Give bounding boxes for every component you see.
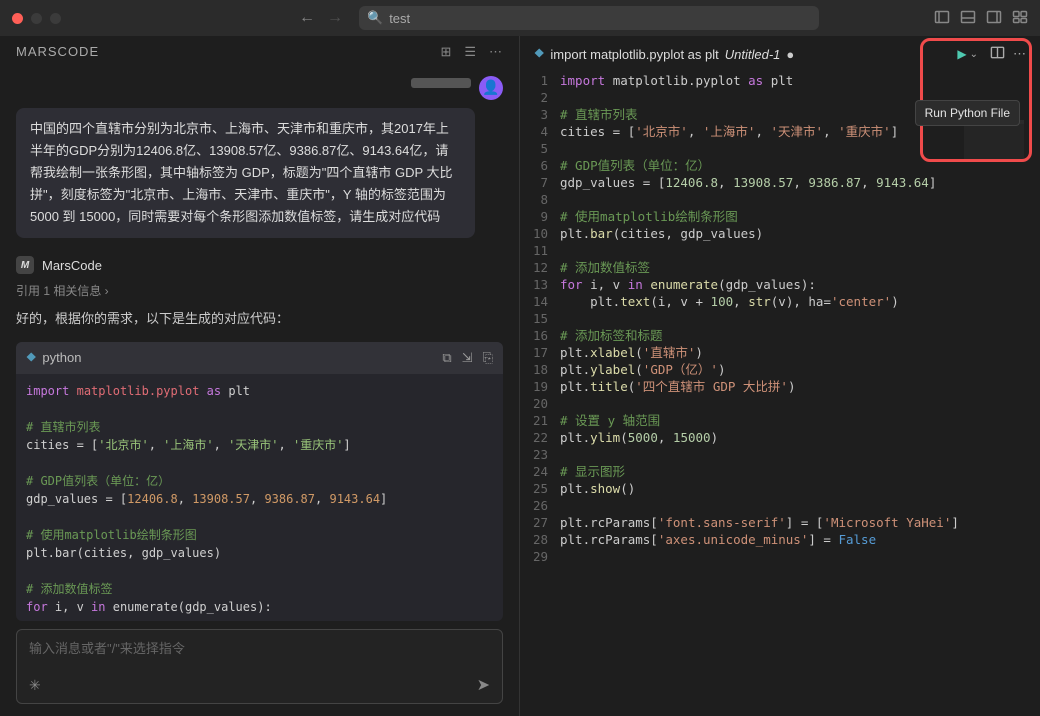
window-close-dot[interactable] [12,13,23,24]
avatar: 👤 [479,76,503,100]
new-chat-icon[interactable]: ⊞ [440,44,452,60]
chevron-down-icon: ⌄ [970,49,978,60]
python-file-icon: ⯁ [534,46,544,62]
layout-controls [934,0,1028,36]
line-gutter: 1234567891011121314151617181920212223242… [520,72,560,565]
user-message-text: 中国的四个直辖市分别为北京市、上海市、天津市和重庆市，其2017年上半年的GDP… [30,121,453,224]
layout-customize-icon[interactable] [1012,9,1028,28]
play-icon: ▶ [957,47,966,61]
tab-filename: Untitled-1 [725,47,781,62]
editor-minimap[interactable] [964,120,1024,160]
chat-code-block: ⯁ python ⧉ ⇲ ⎘ import matplotlib.pyplot … [16,342,503,621]
assistant-name: MarsCode [42,258,102,273]
panel-title: MARSCODE [16,44,99,59]
send-icon[interactable]: ➤ [477,675,490,695]
window-max-dot[interactable] [50,13,61,24]
editor-more-icon[interactable]: ⋯ [1013,46,1026,62]
new-file-icon[interactable]: ⎘ [483,350,493,366]
code-editor[interactable]: 1234567891011121314151617181920212223242… [520,72,1040,565]
search-icon: 🔍 [367,10,383,26]
more-icon[interactable]: ⋯ [489,44,503,60]
chat-code-content: import matplotlib.pyplot as plt # 直辖市列表 … [16,374,503,621]
panel-header: MARSCODE ⊞ ☰ ⋯ [0,36,519,68]
search-value: test [389,11,410,26]
python-icon: ⯁ [26,350,36,366]
nav-arrows: ← → [299,9,343,27]
chat-input-placeholder: 输入消息或者"/"来选择指令 [29,638,490,657]
window-min-dot[interactable] [31,13,42,24]
layout-primary-sidebar-icon[interactable] [934,9,950,28]
editor-tab[interactable]: ⯁ import matplotlib.pyplot as plt Untitl… [534,46,794,62]
run-python-tooltip: Run Python File [915,100,1020,126]
tab-title: import matplotlib.pyplot as plt [550,47,718,62]
command-center-search[interactable]: 🔍 test [359,6,819,30]
marscode-logo-icon: M [16,256,34,274]
user-name-placeholder [411,78,471,88]
titlebar: ← → 🔍 test [0,0,1040,36]
user-message-header: 👤 [0,68,519,104]
insert-code-icon[interactable]: ⇲ [462,350,473,366]
code-block-header: ⯁ python ⧉ ⇲ ⎘ [16,342,503,374]
unsaved-dot-icon: ● [786,47,794,62]
marscode-chat-panel: MARSCODE ⊞ ☰ ⋯ 👤 中国的四个直辖市分别为北京市、上海市、天津市和… [0,36,520,716]
run-python-button[interactable]: ▶ ⌄ [953,44,982,64]
assistant-intro-text: 好的，根据你的需求，以下是生成的对应代码： [0,305,519,338]
nav-back-icon[interactable]: ← [299,9,315,27]
layout-panel-icon[interactable] [960,9,976,28]
split-editor-icon[interactable] [990,45,1005,63]
copy-code-icon[interactable]: ⧉ [442,350,451,366]
chat-input[interactable]: 输入消息或者"/"来选择指令 ✳ ➤ [16,629,503,704]
assistant-header: M MarsCode [0,250,519,280]
reference-link[interactable]: 引用 1 相关信息 › [0,280,519,305]
editor-pane: ⯁ import matplotlib.pyplot as plt Untitl… [520,36,1040,716]
user-message-bubble: 中国的四个直辖市分别为北京市、上海市、天津市和重庆市，其2017年上半年的GDP… [16,108,475,238]
code-lang-label: python [42,350,81,365]
nav-forward-icon[interactable]: → [327,9,343,27]
settings-slider-icon[interactable]: ☰ [464,44,477,60]
loading-spinner-icon: ✳ [29,677,41,694]
editor-tabbar: ⯁ import matplotlib.pyplot as plt Untitl… [520,36,1040,72]
layout-secondary-sidebar-icon[interactable] [986,9,1002,28]
